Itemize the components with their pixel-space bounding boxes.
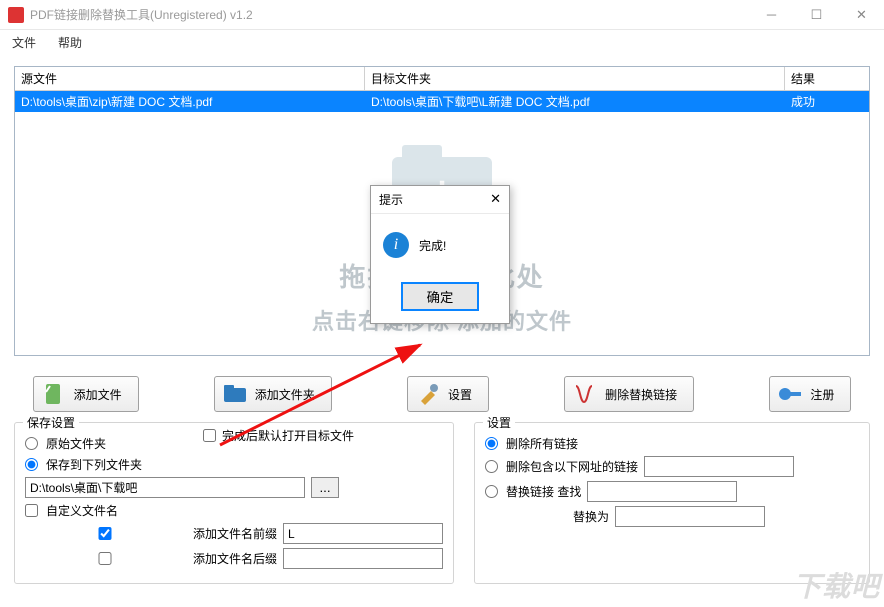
col-source[interactable]: 源文件	[15, 67, 365, 90]
replace-label: 替换链接 查找	[506, 483, 581, 500]
prefix-label: 添加文件名前缀	[193, 525, 277, 542]
menubar: 文件 帮助	[0, 30, 884, 54]
customname-checkbox[interactable]	[25, 504, 38, 517]
options-legend: 设置	[483, 414, 515, 431]
dialog-title: 提示	[379, 191, 403, 208]
register-label: 注册	[810, 386, 834, 403]
table-row[interactable]: D:\tools\桌面\zip\新建 DOC 文档.pdf D:\tools\桌…	[15, 91, 869, 112]
app-logo-icon	[8, 7, 24, 23]
add-folder-button[interactable]: 添加文件夹	[214, 376, 332, 412]
window-title: PDF链接删除替换工具(Unregistered) v1.2	[30, 6, 749, 23]
dialog-close-icon[interactable]: ✕	[490, 191, 501, 208]
folder-add-icon	[221, 380, 249, 408]
original-folder-radio[interactable]	[25, 437, 38, 450]
suffix-label: 添加文件名后缀	[193, 550, 277, 567]
add-folder-label: 添加文件夹	[255, 386, 315, 403]
pdf-link-icon	[571, 380, 599, 408]
dialog-message: 完成!	[419, 237, 446, 254]
suffix-checkbox[interactable]	[25, 552, 185, 565]
autoopen-label: 完成后默认打开目标文件	[222, 427, 354, 444]
options-group: 设置 删除所有链接 删除包含以下网址的链接 替换链接 查找 替换为	[474, 422, 870, 584]
delete-all-label: 删除所有链接	[506, 435, 578, 452]
table-header: 源文件 目标文件夹 结果	[15, 67, 869, 91]
file-add-icon	[40, 380, 68, 408]
col-result[interactable]: 结果	[785, 67, 869, 90]
autoopen-checkbox[interactable]	[203, 429, 216, 442]
browse-button[interactable]: ...	[311, 477, 339, 498]
saveto-path-input[interactable]	[25, 477, 305, 498]
save-settings-group: 保存设置 完成后默认打开目标文件 原始文件夹 保存到下列文件夹 ... 自定义文…	[14, 422, 454, 584]
original-folder-label: 原始文件夹	[46, 435, 106, 452]
col-dest[interactable]: 目标文件夹	[365, 67, 785, 90]
maximize-button[interactable]: ☐	[794, 0, 839, 30]
run-button[interactable]: 删除替换链接	[564, 376, 694, 412]
replace-radio[interactable]	[485, 485, 498, 498]
delete-contain-input[interactable]	[644, 456, 794, 477]
minimize-button[interactable]: ─	[749, 0, 794, 30]
prompt-dialog: 提示 ✕ i 完成! 确定	[370, 185, 510, 324]
prefix-checkbox[interactable]	[25, 527, 185, 540]
replacewith-label: 替换为	[573, 508, 609, 525]
replace-with-input[interactable]	[615, 506, 765, 527]
customname-label: 自定义文件名	[46, 502, 118, 519]
settings-button[interactable]: 设置	[407, 376, 489, 412]
add-file-button[interactable]: 添加文件	[33, 376, 139, 412]
delete-all-radio[interactable]	[485, 437, 498, 450]
register-button[interactable]: 注册	[769, 376, 851, 412]
key-icon	[776, 380, 804, 408]
delete-contain-label: 删除包含以下网址的链接	[506, 458, 638, 475]
cell-source: D:\tools\桌面\zip\新建 DOC 文档.pdf	[15, 91, 365, 112]
saveto-folder-label: 保存到下列文件夹	[46, 456, 142, 473]
saveto-folder-radio[interactable]	[25, 458, 38, 471]
wrench-icon	[414, 380, 442, 408]
close-button[interactable]: ✕	[839, 0, 884, 30]
save-legend: 保存设置	[23, 414, 79, 431]
delete-contain-radio[interactable]	[485, 460, 498, 473]
settings-label: 设置	[448, 386, 472, 403]
run-label: 删除替换链接	[605, 386, 677, 403]
dialog-ok-button[interactable]: 确定	[401, 282, 480, 311]
cell-result: 成功	[785, 91, 869, 112]
menu-help[interactable]: 帮助	[54, 32, 86, 53]
add-file-label: 添加文件	[74, 386, 122, 403]
menu-file[interactable]: 文件	[8, 32, 40, 53]
titlebar: PDF链接删除替换工具(Unregistered) v1.2 ─ ☐ ✕	[0, 0, 884, 30]
info-icon: i	[383, 232, 409, 258]
prefix-input[interactable]	[283, 523, 443, 544]
cell-dest: D:\tools\桌面\下载吧\L新建 DOC 文档.pdf	[365, 91, 785, 112]
toolbar: 添加文件 添加文件夹 设置 删除替换链接 注册	[0, 362, 884, 422]
suffix-input[interactable]	[283, 548, 443, 569]
replace-find-input[interactable]	[587, 481, 737, 502]
